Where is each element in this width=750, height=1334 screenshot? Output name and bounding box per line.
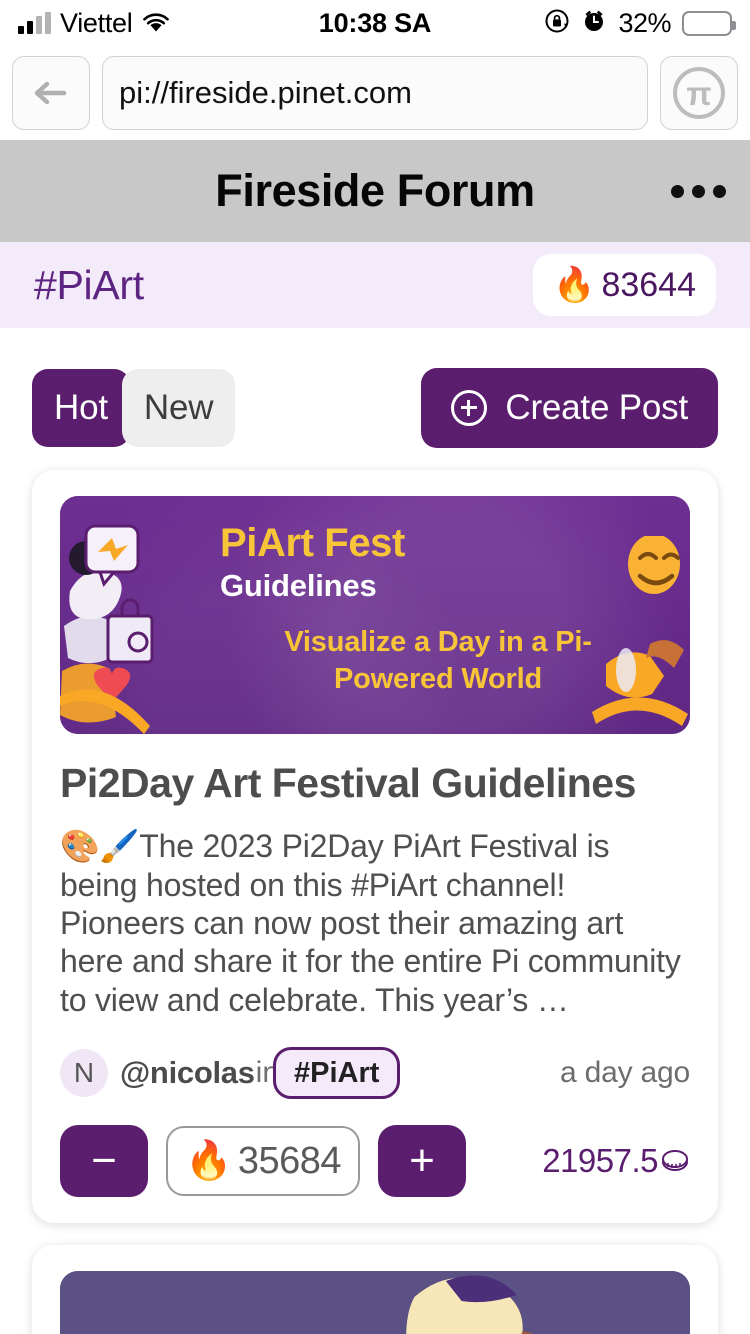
pi-app-button[interactable]: π [660, 56, 738, 130]
coin-amount: 21957.5 [542, 1142, 658, 1180]
channel-bar: #PiArt 🔥 83644 [0, 242, 750, 328]
dot-icon [713, 184, 726, 198]
status-bar-right: 32% [544, 7, 736, 39]
post-title[interactable]: Pi2Day Art Festival Guidelines [60, 760, 690, 807]
status-bar-left: Viettel [18, 8, 171, 39]
create-post-button[interactable]: Create Post [421, 368, 718, 448]
post-banner-image[interactable]: PiArt Fest Guidelines Visualize a Day in… [60, 496, 690, 734]
upvote-button[interactable]: + [378, 1125, 466, 1198]
channel-name[interactable]: #PiArt [34, 262, 144, 309]
post-artwork-image[interactable] [60, 1271, 690, 1334]
url-text: pi://fireside.pinet.com [119, 75, 412, 110]
tab-hot[interactable]: Hot [32, 369, 130, 447]
post-actions: − 🔥 35684 + 21957.5 [60, 1125, 690, 1198]
channel-fire-badge[interactable]: 🔥 83644 [533, 254, 716, 316]
post-meta: N @nicolas in #PiArt a day ago [60, 1045, 690, 1101]
vote-count-value: 35684 [237, 1139, 342, 1182]
browser-toolbar: pi://fireside.pinet.com π [0, 46, 750, 140]
app-header: Fireside Forum [0, 140, 750, 242]
channel-fire-count: 83644 [601, 265, 696, 304]
coin-icon [662, 1150, 688, 1172]
banner-subtitle: Guidelines [220, 568, 377, 604]
sort-tabs: Hot New [32, 369, 236, 447]
carrier-name: Viettel [60, 7, 133, 38]
create-post-label: Create Post [505, 388, 688, 427]
post-card[interactable]: PiArt Fest Guidelines Visualize a Day in… [32, 470, 718, 1224]
banner-heading-group: PiArt Fest Guidelines [220, 521, 405, 604]
rotation-lock-icon [544, 8, 570, 39]
back-arrow-icon [34, 81, 67, 105]
banner-illustration-right [592, 536, 688, 726]
battery-percent: 32% [618, 7, 671, 38]
alarm-clock-icon [581, 8, 607, 39]
dot-icon [692, 184, 705, 198]
banner-tagline: Visualize a Day in a Pi-Powered World [284, 626, 592, 695]
plus-circle-icon [451, 390, 488, 426]
post-timestamp: a day ago [560, 1056, 690, 1090]
post-card[interactable] [32, 1245, 718, 1334]
feed-controls: Hot New Create Post [0, 328, 750, 470]
back-button[interactable] [12, 56, 90, 130]
post-feed[interactable]: Hot New Create Post PiArt Fest Guideline… [0, 328, 750, 1334]
signal-bars-icon [18, 12, 51, 34]
wifi-icon [141, 12, 171, 34]
dot-icon [671, 184, 684, 198]
banner-title: PiArt Fest [220, 521, 405, 565]
post-coin-value: 21957.5 [542, 1142, 690, 1180]
downvote-button[interactable]: − [60, 1125, 148, 1198]
post-channel-tag[interactable]: #PiArt [273, 1047, 401, 1100]
vote-count: 🔥 35684 [166, 1126, 360, 1197]
page-title: Fireside Forum [215, 165, 535, 216]
battery-icon [682, 10, 736, 36]
fire-icon: 🔥 [553, 266, 596, 304]
post-author[interactable]: @nicolas [120, 1055, 255, 1091]
overflow-menu-button[interactable] [671, 184, 726, 198]
url-input[interactable]: pi://fireside.pinet.com [102, 56, 648, 130]
status-bar: Viettel 10:38 SA 32% [0, 0, 750, 46]
pi-logo-icon: π [673, 67, 725, 119]
fire-icon: 🔥 [185, 1140, 232, 1183]
tab-new[interactable]: New [121, 369, 236, 447]
artwork-illustration [60, 1271, 690, 1334]
banner-illustration-left [60, 524, 154, 734]
avatar[interactable]: N [60, 1049, 108, 1098]
post-body: 🎨🖌️The 2023 Pi2Day PiArt Festival is bei… [60, 828, 681, 1018]
